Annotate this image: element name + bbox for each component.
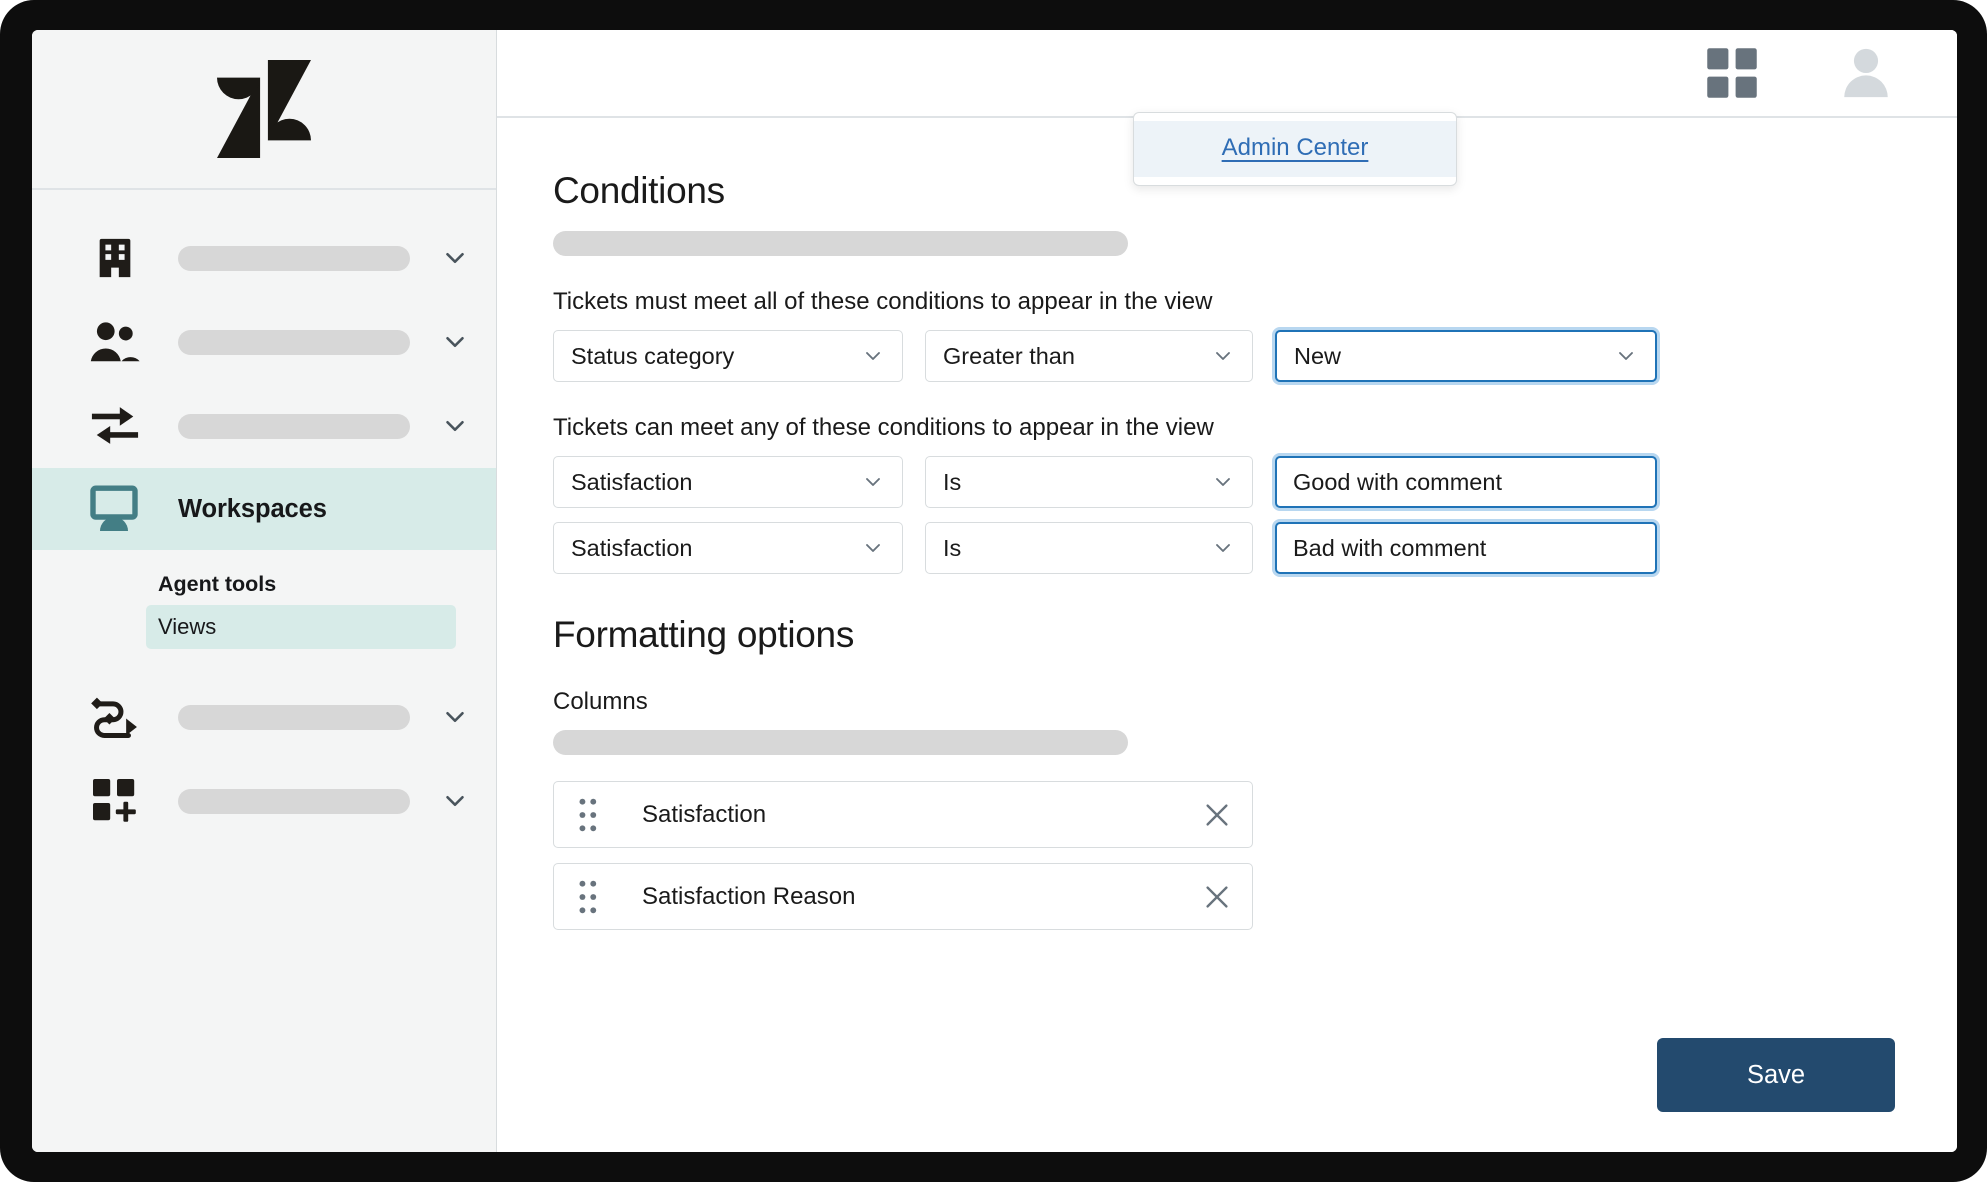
condition-operator-value: Greater than: [943, 342, 1075, 369]
chevron-down-icon[interactable]: [440, 327, 470, 357]
chevron-down-icon: [1211, 344, 1235, 368]
sidebar-item-placeholder: [178, 413, 410, 439]
condition-operator-select[interactable]: Is: [925, 522, 1253, 574]
condition-field-value: Satisfaction: [571, 534, 693, 561]
device-frame: Workspaces Agent tools Views Admin Cente…: [0, 0, 1987, 1182]
subnav-spacer: [32, 649, 496, 675]
condition-field-select[interactable]: Status category: [553, 330, 903, 382]
zendesk-logo: [217, 60, 311, 158]
save-button[interactable]: Save: [1657, 1038, 1895, 1112]
sidebar-item-placeholder: [178, 788, 410, 814]
columns-label: Columns: [553, 688, 648, 715]
condition-row-any-1: Satisfaction Is Bad with comment: [553, 522, 1957, 574]
chevron-down-icon: [861, 344, 885, 368]
building-icon: [84, 235, 146, 281]
condition-value-input[interactable]: Bad with comment: [1275, 522, 1657, 574]
page-title-formatting-options: Formatting options: [553, 614, 855, 655]
people-icon: [84, 317, 146, 367]
drag-handle-icon[interactable]: [578, 798, 598, 832]
workflow-icon: [84, 692, 146, 742]
column-list-item[interactable]: Satisfaction: [553, 781, 1253, 848]
condition-row-all-0: Status category Greater than New: [553, 330, 1957, 382]
chevron-down-icon: [1211, 536, 1235, 560]
main-area: Admin Center Conditions Tickets must mee…: [497, 30, 1957, 1152]
sidebar-item-transfer[interactable]: [32, 384, 496, 468]
content-panel: Conditions Tickets must meet all of thes…: [497, 118, 1957, 1152]
conditions-skeleton-bar: [553, 231, 1128, 256]
sidebar-item-workspaces[interactable]: Workspaces: [32, 468, 496, 550]
condition-operator-select[interactable]: Greater than: [925, 330, 1253, 382]
condition-field-select[interactable]: Satisfaction: [553, 522, 903, 574]
condition-value-text: New: [1294, 342, 1342, 369]
topbar: [497, 30, 1957, 118]
conditions-all-legend: Tickets must meet all of these condition…: [553, 288, 1213, 315]
user-avatar-icon[interactable]: [1837, 44, 1895, 102]
close-icon[interactable]: [1202, 800, 1232, 830]
chevron-down-icon: [861, 470, 885, 494]
chevron-down-icon: [1211, 470, 1235, 494]
monitor-icon: [84, 484, 146, 534]
sidebar-item-placeholder: [178, 329, 410, 355]
admin-center-dropdown: Admin Center: [1133, 112, 1457, 186]
app-window: Workspaces Agent tools Views Admin Cente…: [32, 30, 1957, 1152]
grid-apps-icon[interactable]: [1705, 46, 1759, 100]
chevron-down-icon: [1614, 344, 1638, 368]
sidebar-item-apps[interactable]: [32, 759, 496, 843]
condition-value-input[interactable]: Good with comment: [1275, 456, 1657, 508]
sidebar: Workspaces Agent tools Views: [32, 30, 497, 1152]
sidebar-item-workflow[interactable]: [32, 675, 496, 759]
condition-field-select[interactable]: Satisfaction: [553, 456, 903, 508]
apps-add-icon: [84, 777, 146, 825]
sidebar-item-building[interactable]: [32, 216, 496, 300]
condition-field-value: Status category: [571, 342, 735, 369]
column-label: Satisfaction Reason: [642, 882, 856, 910]
sidebar-subnav: Agent tools Views: [32, 550, 496, 649]
column-label: Satisfaction: [642, 800, 767, 828]
sidebar-item-people[interactable]: [32, 300, 496, 384]
sidebar-item-views[interactable]: Views: [146, 605, 456, 649]
condition-value-select[interactable]: New: [1275, 330, 1657, 382]
chevron-down-icon[interactable]: [440, 411, 470, 441]
columns-skeleton-bar: [553, 730, 1128, 755]
chevron-down-icon[interactable]: [440, 702, 470, 732]
subnav-header-agent-tools: Agent tools: [158, 572, 277, 596]
condition-row-any-0: Satisfaction Is Good with comment: [553, 456, 1957, 508]
sidebar-item-placeholder: [178, 704, 410, 730]
transfer-arrows-icon: [84, 401, 146, 451]
condition-operator-select[interactable]: Is: [925, 456, 1253, 508]
chevron-down-icon: [861, 536, 885, 560]
condition-field-value: Satisfaction: [571, 468, 693, 495]
column-list-item[interactable]: Satisfaction Reason: [553, 863, 1253, 930]
drag-handle-icon[interactable]: [578, 880, 598, 914]
sidebar-logo-area: [32, 30, 496, 190]
sidebar-item-label: Workspaces: [178, 494, 327, 523]
sidebar-nav: Workspaces Agent tools Views: [32, 190, 496, 843]
condition-operator-value: Is: [943, 534, 962, 561]
chevron-down-icon[interactable]: [440, 786, 470, 816]
close-icon[interactable]: [1202, 882, 1232, 912]
conditions-any-legend: Tickets can meet any of these conditions…: [553, 414, 1214, 441]
chevron-down-icon[interactable]: [440, 243, 470, 273]
menu-item-admin-center[interactable]: Admin Center: [1134, 121, 1456, 177]
sidebar-item-placeholder: [178, 245, 410, 271]
condition-operator-value: Is: [943, 468, 962, 495]
